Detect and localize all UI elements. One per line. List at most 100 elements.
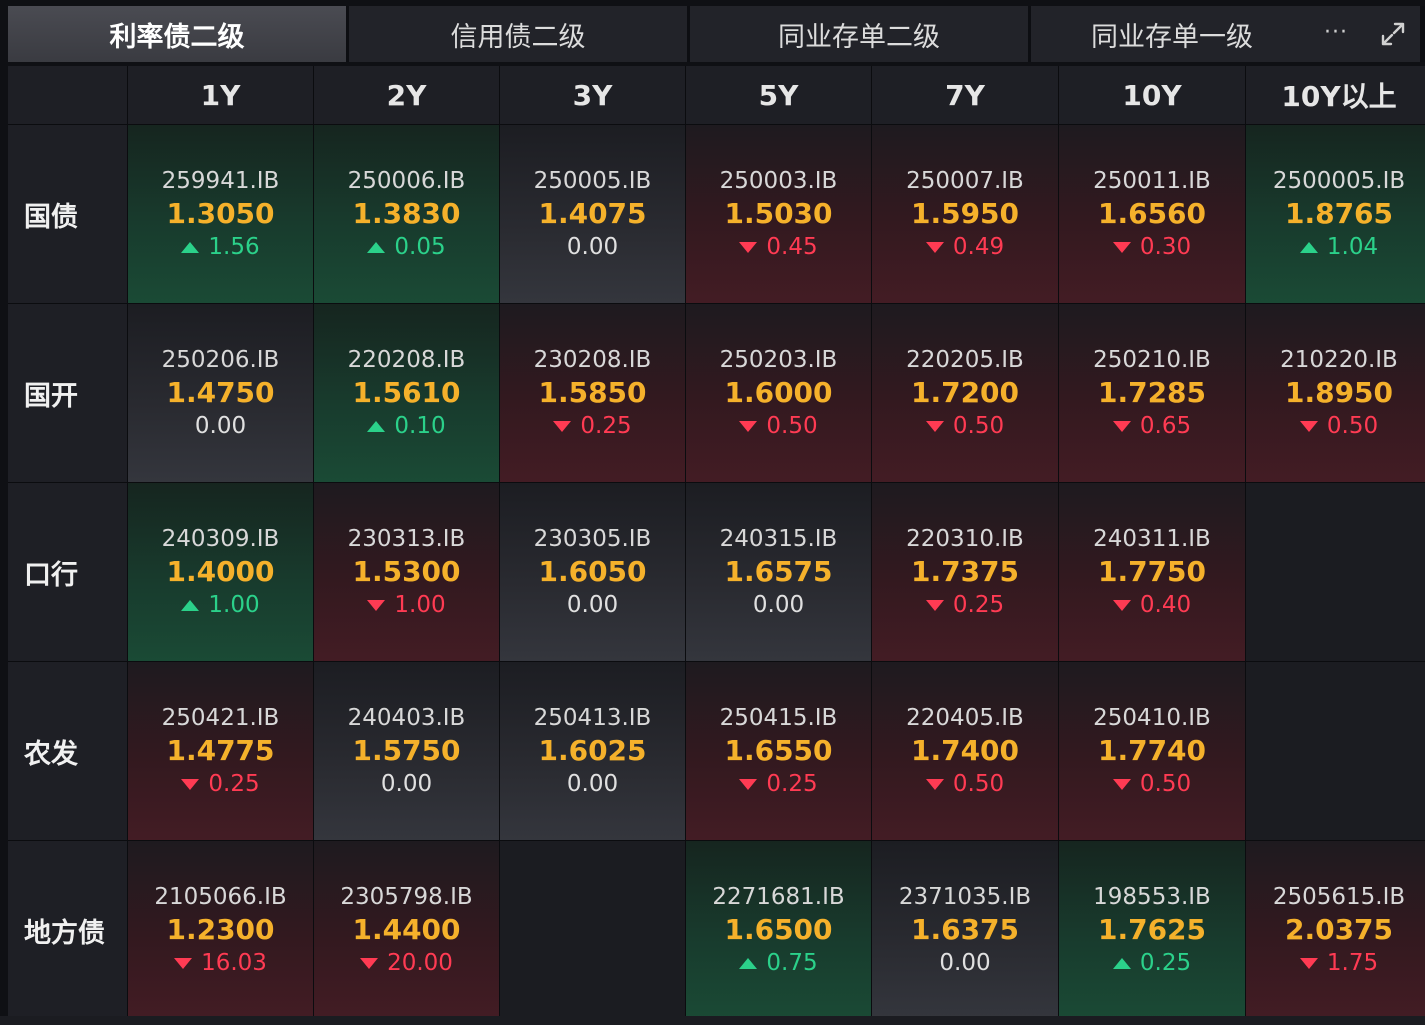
change-amount: 0.10 [394,413,446,439]
arrow-down-icon [925,599,944,611]
bottom-scrollbar[interactable] [0,1016,1425,1025]
corner-cell [8,66,127,124]
tab-bar: 利率债二级 信用债二级 同业存单二级 同业存单一级 ··· [8,6,1425,62]
change-value: 1.00 [181,590,260,620]
quote-cell[interactable]: 2505615.IB 2.0375 1.75 [1246,841,1425,1019]
yield-value: 1.6550 [724,734,833,767]
yield-value: 1.6500 [724,913,833,946]
quote-cell[interactable]: 198553.IB 1.7625 0.25 [1059,841,1245,1019]
quote-cell[interactable]: 250007.IB 1.5950 0.49 [872,125,1058,303]
arrow-up-icon [1299,241,1318,253]
arrow-down-icon [360,957,379,969]
yield-value: 1.6375 [910,913,1020,946]
arrow-up-icon [181,241,200,253]
change-amount: 0.65 [1139,413,1192,439]
bond-code: 250415.IB [719,705,838,731]
quote-cell[interactable]: 220310.IB 1.7375 0.25 [872,483,1058,661]
bond-code: 250206.IB [161,347,280,373]
change-amount: 0.75 [766,950,818,976]
quote-cell[interactable]: 240309.IB 1.4000 1.00 [128,483,313,661]
quote-cell[interactable]: 250003.IB 1.5030 0.45 [686,125,871,303]
column-header-10y[interactable]: 10Y [1059,66,1245,124]
quote-cell[interactable]: 220405.IB 1.7400 0.50 [872,662,1058,840]
yield-value: 1.7285 [1097,376,1207,409]
change-value: 1.75 [1299,948,1379,978]
column-header-10y-plus[interactable]: 10Y以上 [1246,66,1425,124]
more-dots-icon[interactable]: ··· [1324,20,1348,45]
change-value: 0.25 [739,769,818,799]
column-header-5y[interactable]: 5Y [686,66,871,124]
expand-icon[interactable] [1366,6,1420,62]
column-header-3y[interactable]: 3Y [500,66,685,124]
quote-cell[interactable]: 240315.IB 1.6575 0.00 [686,483,871,661]
quote-cell[interactable]: 240311.IB 1.7750 0.40 [1059,483,1245,661]
quote-cell[interactable]: 250413.IB 1.6025 0.00 [500,662,685,840]
tab-ncd-secondary[interactable]: 同业存单二级 [690,6,1028,62]
bond-code: 250210.IB [1093,347,1211,373]
quote-cell[interactable]: 2271681.IB 1.6500 0.75 [686,841,871,1019]
change-value: 0.50 [739,411,818,441]
change-value: 0.10 [367,411,446,441]
bond-code: 230305.IB [533,526,652,552]
change-amount: 20.00 [387,950,453,976]
quote-cell[interactable]: 220205.IB 1.7200 0.50 [872,304,1058,482]
column-header-2y[interactable]: 2Y [314,66,499,124]
bond-code: 240315.IB [719,526,838,552]
change-amount: 0.50 [952,413,1005,439]
quote-cell[interactable]: 230305.IB 1.6050 0.00 [500,483,685,661]
change-value: 0.50 [925,411,1005,441]
tab-credit-bond-secondary[interactable]: 信用债二级 [349,6,687,62]
quote-cell[interactable]: 250203.IB 1.6000 0.50 [686,304,871,482]
row-label: 国开 [8,304,127,482]
yield-value: 1.4075 [538,197,647,230]
change-amount: 0.50 [1326,413,1379,439]
quote-cell[interactable]: 259941.IB 1.3050 1.56 [128,125,313,303]
change-value: 0.25 [181,769,260,799]
change-amount: 0.00 [752,592,805,618]
tab-rate-bond-secondary[interactable]: 利率债二级 [8,6,346,62]
bond-code: 240311.IB [1093,526,1211,552]
bond-code: 250006.IB [347,168,466,194]
column-header-1y[interactable]: 1Y [128,66,313,124]
quote-cell[interactable]: 250006.IB 1.3830 0.05 [314,125,499,303]
change-amount: 0.00 [566,234,619,260]
quote-cell[interactable]: 250421.IB 1.4775 0.25 [128,662,313,840]
quote-cell[interactable]: 250415.IB 1.6550 0.25 [686,662,871,840]
yield-value: 2.0375 [1284,913,1394,946]
bond-quote-board: 利率债二级 信用债二级 同业存单二级 同业存单一级 ··· 1Y 2Y 3Y 5… [0,0,1425,1025]
row-label: 农发 [8,662,127,840]
change-value: 0.00 [939,948,990,978]
quote-cell[interactable]: 230208.IB 1.5850 0.25 [500,304,685,482]
change-value: 0.00 [567,590,618,620]
yield-value: 1.8950 [1284,376,1394,409]
arrow-up-icon [181,599,200,611]
quote-cell[interactable]: 250210.IB 1.7285 0.65 [1059,304,1245,482]
arrow-up-icon [739,957,758,969]
quote-cell[interactable]: 2500005.IB 1.8765 1.04 [1246,125,1425,303]
quote-cell[interactable]: 2105066.IB 1.2300 16.03 [128,841,313,1019]
bond-code: 250410.IB [1093,705,1211,731]
quote-cell[interactable]: 250011.IB 1.6560 0.30 [1059,125,1245,303]
change-amount: 0.50 [766,413,818,439]
quote-cell[interactable]: 2305798.IB 1.4400 20.00 [314,841,499,1019]
arrow-down-icon [1112,420,1131,432]
column-header-7y[interactable]: 7Y [872,66,1058,124]
arrow-down-icon [1112,241,1131,253]
change-value: 0.00 [195,411,246,441]
bond-code: 2305798.IB [340,884,473,910]
arrow-up-icon [1112,957,1131,969]
yield-value: 1.6560 [1097,197,1207,230]
quote-cell[interactable]: 250005.IB 1.4075 0.00 [500,125,685,303]
quote-cell[interactable]: 240403.IB 1.5750 0.00 [314,662,499,840]
quote-cell[interactable]: 220208.IB 1.5610 0.10 [314,304,499,482]
quote-cell[interactable]: 210220.IB 1.8950 0.50 [1246,304,1425,482]
quote-cell[interactable]: 2371035.IB 1.6375 0.00 [872,841,1058,1019]
quote-cell[interactable]: 250410.IB 1.7740 0.50 [1059,662,1245,840]
bond-code: 220310.IB [906,526,1024,552]
tab-ncd-primary[interactable]: 同业存单一级 ··· [1031,6,1366,62]
change-amount: 1.56 [208,234,260,260]
quote-cell[interactable]: 230313.IB 1.5300 1.00 [314,483,499,661]
yield-value: 1.7375 [910,555,1020,588]
change-amount: 1.75 [1326,950,1379,976]
quote-cell[interactable]: 250206.IB 1.4750 0.00 [128,304,313,482]
